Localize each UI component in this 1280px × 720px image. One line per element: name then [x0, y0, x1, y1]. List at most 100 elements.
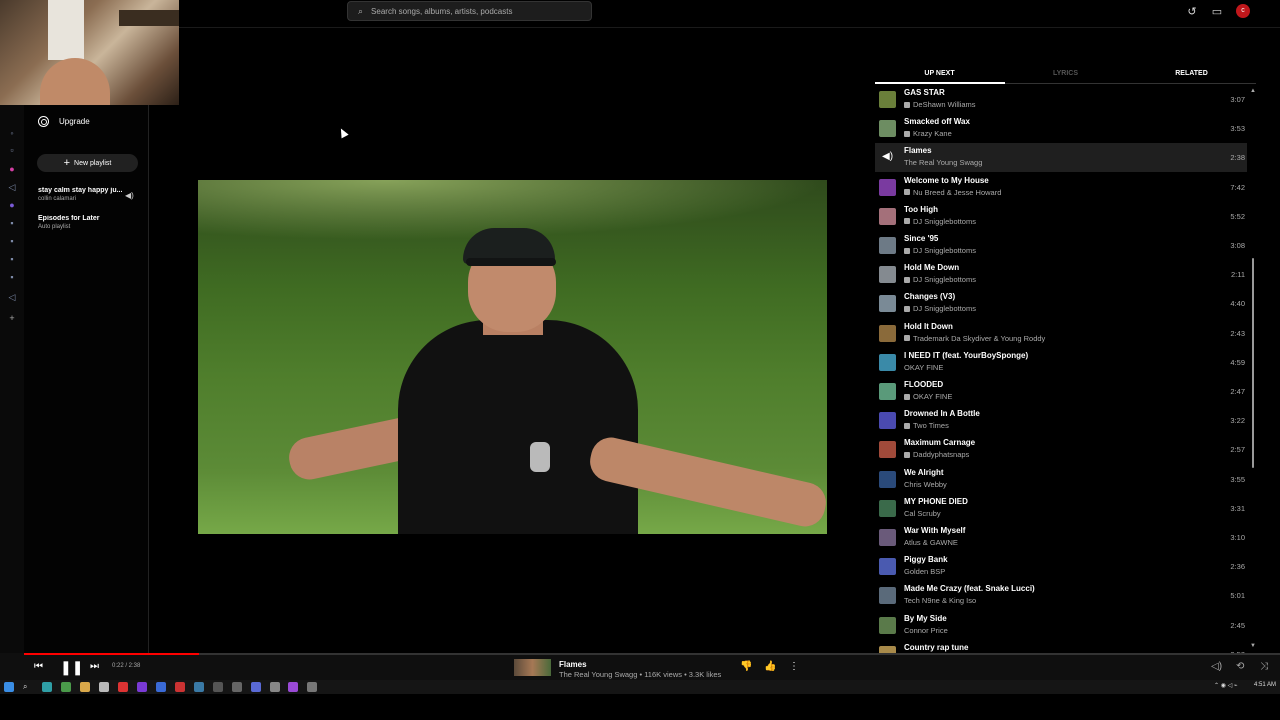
app-icon[interactable] — [156, 682, 166, 692]
history-icon[interactable]: ↺ — [1185, 5, 1199, 19]
add-icon[interactable]: + — [7, 313, 17, 323]
queue-item[interactable]: Smacked off Wax Krazy Kane 3:53 — [875, 114, 1247, 143]
queue-item[interactable]: We Alright Chris Webby 3:55 — [875, 465, 1247, 494]
dislike-icon[interactable]: 👎 — [740, 661, 752, 672]
tab-icon[interactable]: ▪ — [7, 272, 17, 282]
queue-item-title: War With Myself — [904, 526, 966, 535]
queue-item-title: Drowned In A Bottle — [904, 409, 980, 419]
explicit-icon — [904, 130, 910, 137]
more-options-icon[interactable]: ⋮ — [789, 661, 799, 672]
cast-icon[interactable]: ▭ — [1210, 5, 1224, 19]
new-playlist-button[interactable]: + New playlist — [37, 154, 138, 172]
now-playing-title[interactable]: Flames — [559, 660, 587, 669]
start-icon[interactable] — [4, 682, 14, 692]
explicit-icon — [904, 276, 910, 283]
discord-icon[interactable] — [251, 682, 261, 692]
search-icon: ⌕ — [358, 5, 364, 16]
queue-item[interactable]: Maximum Carnage Daddyphatsnaps 2:57 — [875, 435, 1247, 464]
explicit-icon — [904, 101, 910, 108]
queue-item-title: Made Me Crazy (feat. Snake Lucci) — [904, 584, 1035, 594]
app-icon[interactable] — [175, 682, 185, 692]
tab-icon[interactable]: ▪ — [7, 236, 17, 246]
queue-item[interactable]: Country rap tune2:58 — [875, 640, 1247, 653]
app-icon[interactable] — [99, 682, 109, 692]
playlist-item[interactable]: stay calm stay happy ju... collin calama… — [38, 187, 138, 202]
app-icon[interactable] — [137, 682, 147, 692]
next-icon[interactable]: ⏭ — [90, 661, 99, 672]
progress-bar[interactable] — [24, 653, 1280, 655]
app-icon[interactable] — [213, 682, 223, 692]
explicit-icon — [904, 422, 910, 429]
queue-item-duration: 2:43 — [1230, 328, 1245, 338]
up-next-queue: GAS STAR DeShawn Williams 3:07 Smacked off … — [875, 85, 1251, 653]
queue-item-artist: Two Times — [904, 421, 980, 430]
queue-item[interactable]: I NEED IT (feat. YourBoySponge) OKAY FINE… — [875, 348, 1247, 377]
queue-scrollbar[interactable] — [1251, 88, 1255, 652]
speaker-icon[interactable]: ◁ — [7, 182, 17, 192]
queue-item-artist: Golden BSP — [904, 567, 946, 577]
queue-item-artist: DJ Snigglebottoms — [904, 275, 976, 284]
top-bar: ⌕ Search songs, albums, artists, podcast… — [179, 0, 1280, 28]
queue-item-title: Hold Me Down — [904, 263, 960, 273]
queue-thumbnail — [879, 207, 896, 225]
queue-item[interactable]: FLOODED OKAY FINE 2:47 — [875, 377, 1247, 406]
queue-item[interactable]: Piggy Bank Golden BSP 2:36 — [875, 552, 1247, 581]
queue-item[interactable]: War With Myself Atlus & GAWNE 3:10 — [875, 523, 1247, 552]
playlist-item[interactable]: Episodes for Later Auto playlist — [38, 215, 138, 230]
steam-icon[interactable] — [194, 682, 204, 692]
volume-icon[interactable]: ◁) — [1211, 661, 1222, 672]
tab-up-next[interactable]: UP NEXT — [876, 70, 1003, 77]
app-icon[interactable] — [307, 682, 317, 692]
queue-thumbnail — [879, 587, 896, 605]
app-icon[interactable] — [270, 682, 280, 692]
queue-item[interactable]: ◀) Flames The Real Young Swagg 2:38 — [875, 143, 1247, 173]
tab-icon[interactable]: ◦ — [7, 128, 17, 138]
like-icon[interactable]: 👍 — [764, 661, 776, 672]
queue-item[interactable]: Hold Me Down DJ Snigglebottoms 2:11 — [875, 260, 1247, 289]
queue-item-duration: 3:08 — [1230, 241, 1245, 250]
queue-item-duration: 5:52 — [1230, 211, 1245, 221]
app-icon[interactable] — [61, 682, 71, 692]
folder-icon[interactable] — [80, 682, 90, 692]
tab-related[interactable]: RELATED — [1128, 70, 1255, 77]
app-icon[interactable] — [232, 682, 242, 692]
queue-item[interactable]: By My Side Connor Price 2:45 — [875, 611, 1247, 640]
scroll-down-icon[interactable]: ▼ — [1250, 643, 1256, 649]
twitch-icon[interactable] — [288, 682, 298, 692]
search-input[interactable]: ⌕ Search songs, albums, artists, podcast… — [347, 1, 592, 21]
edge-icon[interactable] — [42, 682, 52, 692]
now-playing-thumbnail[interactable] — [514, 659, 551, 676]
queue-item[interactable]: Welcome to My House Nu Breed & Jesse Howa… — [875, 173, 1247, 202]
speaker-icon[interactable]: ◁ — [7, 292, 17, 302]
shuffle-icon[interactable]: ⤨ — [1260, 661, 1268, 672]
browser-side-strip: ◦ ▫ ● ◁ ● ▪ ▪ ▪ ▪ ◁ + — [0, 105, 24, 653]
pause-icon[interactable]: ❚❚ — [60, 659, 83, 676]
explicit-icon — [904, 189, 910, 196]
upgrade-button[interactable]: Upgrade — [38, 111, 90, 131]
video-player[interactable] — [198, 180, 827, 534]
tab-lyrics[interactable]: LYRICS — [1002, 70, 1129, 77]
player-bar: ⏮ ❚❚ ⏭ 0:22 / 2:38 Flames The Real Young… — [0, 653, 1280, 680]
tab-icon[interactable]: ▫ — [7, 145, 17, 155]
tab-icon[interactable]: ▪ — [7, 254, 17, 264]
instagram-icon[interactable]: ● — [7, 164, 17, 174]
queue-item[interactable]: Drowned In A Bottle Two Times 3:22 — [875, 406, 1247, 435]
os-taskbar: ⌕ ⌃ ◉ ◁ ⌁ 4:51 AM — [0, 680, 1280, 694]
queue-item[interactable]: Hold It Down Trademark Da Skydiver & Youn… — [875, 319, 1247, 348]
queue-item[interactable]: Since '95 DJ Snigglebottoms 3:08 — [875, 231, 1247, 260]
repeat-icon[interactable]: ⟲ — [1236, 661, 1244, 672]
queue-item[interactable]: MY PHONE DIED Cal Scruby 3:31 — [875, 494, 1247, 523]
queue-item[interactable]: Changes (V3) DJ Snigglebottoms 4:40 — [875, 289, 1247, 318]
opera-icon[interactable] — [118, 682, 128, 692]
queue-item[interactable]: Made Me Crazy (feat. Snake Lucci) Tech N9… — [875, 581, 1247, 610]
queue-item[interactable]: GAS STAR DeShawn Williams 3:07 — [875, 85, 1247, 114]
discord-icon[interactable]: ● — [7, 200, 17, 210]
search-icon[interactable]: ⌕ — [23, 682, 33, 692]
queue-item-duration: 3:55 — [1230, 474, 1245, 484]
queue-thumbnail — [879, 383, 896, 400]
previous-icon[interactable]: ⏮ — [34, 661, 43, 672]
queue-item[interactable]: Too High DJ Snigglebottoms 5:52 — [875, 202, 1247, 231]
avatar[interactable]: c — [1236, 4, 1250, 18]
tray-icons[interactable]: ⌃ ◉ ◁ ⌁ — [1214, 682, 1238, 689]
tab-icon[interactable]: ▪ — [7, 218, 17, 228]
